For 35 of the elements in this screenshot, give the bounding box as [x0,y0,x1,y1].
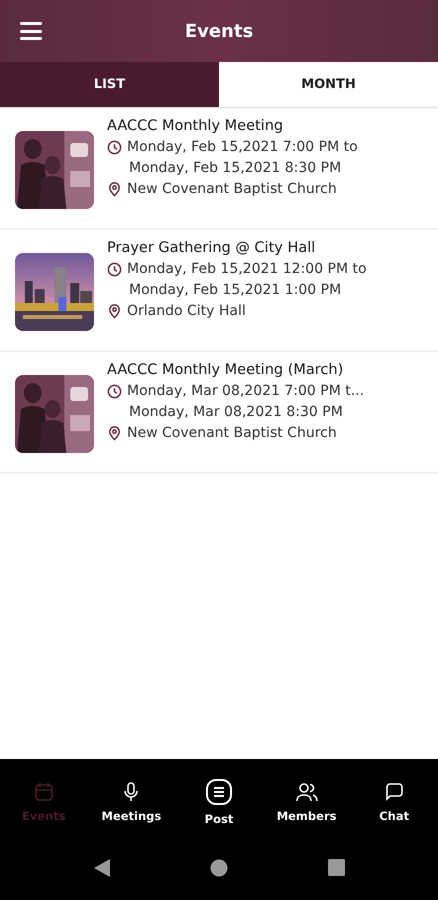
event-title: AACCC Monthly Meeting (March) [107,362,344,378]
home-icon[interactable] [210,858,228,876]
event-start-time: Monday, Feb 15,2021 12:00 PM to [127,261,367,277]
people-icon [294,781,319,803]
event-title: Prayer Gathering @ City Hall [107,240,316,256]
chat-bubble-icon [383,781,406,803]
nav-tab[interactable]: Members [266,781,347,823]
event-start-time: Monday, Feb 15,2021 7:00 PM to [127,139,358,155]
event-end-time: Monday, Feb 15,2021 8:30 PM [128,160,342,176]
event-item[interactable]: AACCC Monthly Meeting Monday, Feb 15,2021 7:00 PM to Monday, Feb 15,2021 8:30 PM New Covenant Baptist Church [0,108,438,230]
event-end-time: Monday, Mar 08,2021 8:30 PM [128,404,344,420]
clock-icon [107,140,122,154]
event-item[interactable]: Prayer Gathering @ City Hall Monday, Feb 15,2021 12:00 PM to Monday, Feb 15,2021 1:00 PM Orlando City Hall [0,230,438,352]
event-end-time: Monday, Feb 15,2021 1:00 PM [128,282,342,298]
clock-icon [107,262,122,276]
screen-title: Events [184,20,254,42]
back-icon[interactable] [94,858,110,876]
clock-icon [107,384,122,398]
event-location: Orlando City Hall [127,303,246,319]
menu-icon[interactable] [20,22,42,40]
recents-icon[interactable] [328,859,344,876]
event-location: New Covenant Baptist Church [127,181,337,197]
location-pin-icon [107,303,122,319]
nav-tab[interactable]: Post [178,778,259,826]
location-pin-icon [107,181,122,197]
event-item[interactable]: AACCC Monthly Meeting (March) Monday, Mar 08,2021 7:00 PM t... Monday, Mar 08,2021 8:30 PM New Covenant Baptist Church [0,352,438,474]
event-location: New Covenant Baptist Church [127,425,337,441]
event-start-time: Monday, Mar 08,2021 7:00 PM t... [127,383,364,399]
nav-tab[interactable]: Chat [354,781,434,823]
post-icon [204,778,233,806]
tab[interactable]: LIST [0,62,219,107]
nav-tab[interactable]: Meetings [91,781,172,823]
location-pin-icon [107,425,122,441]
event-title: AACCC Monthly Meeting [107,118,284,134]
calendar-icon [32,781,55,803]
